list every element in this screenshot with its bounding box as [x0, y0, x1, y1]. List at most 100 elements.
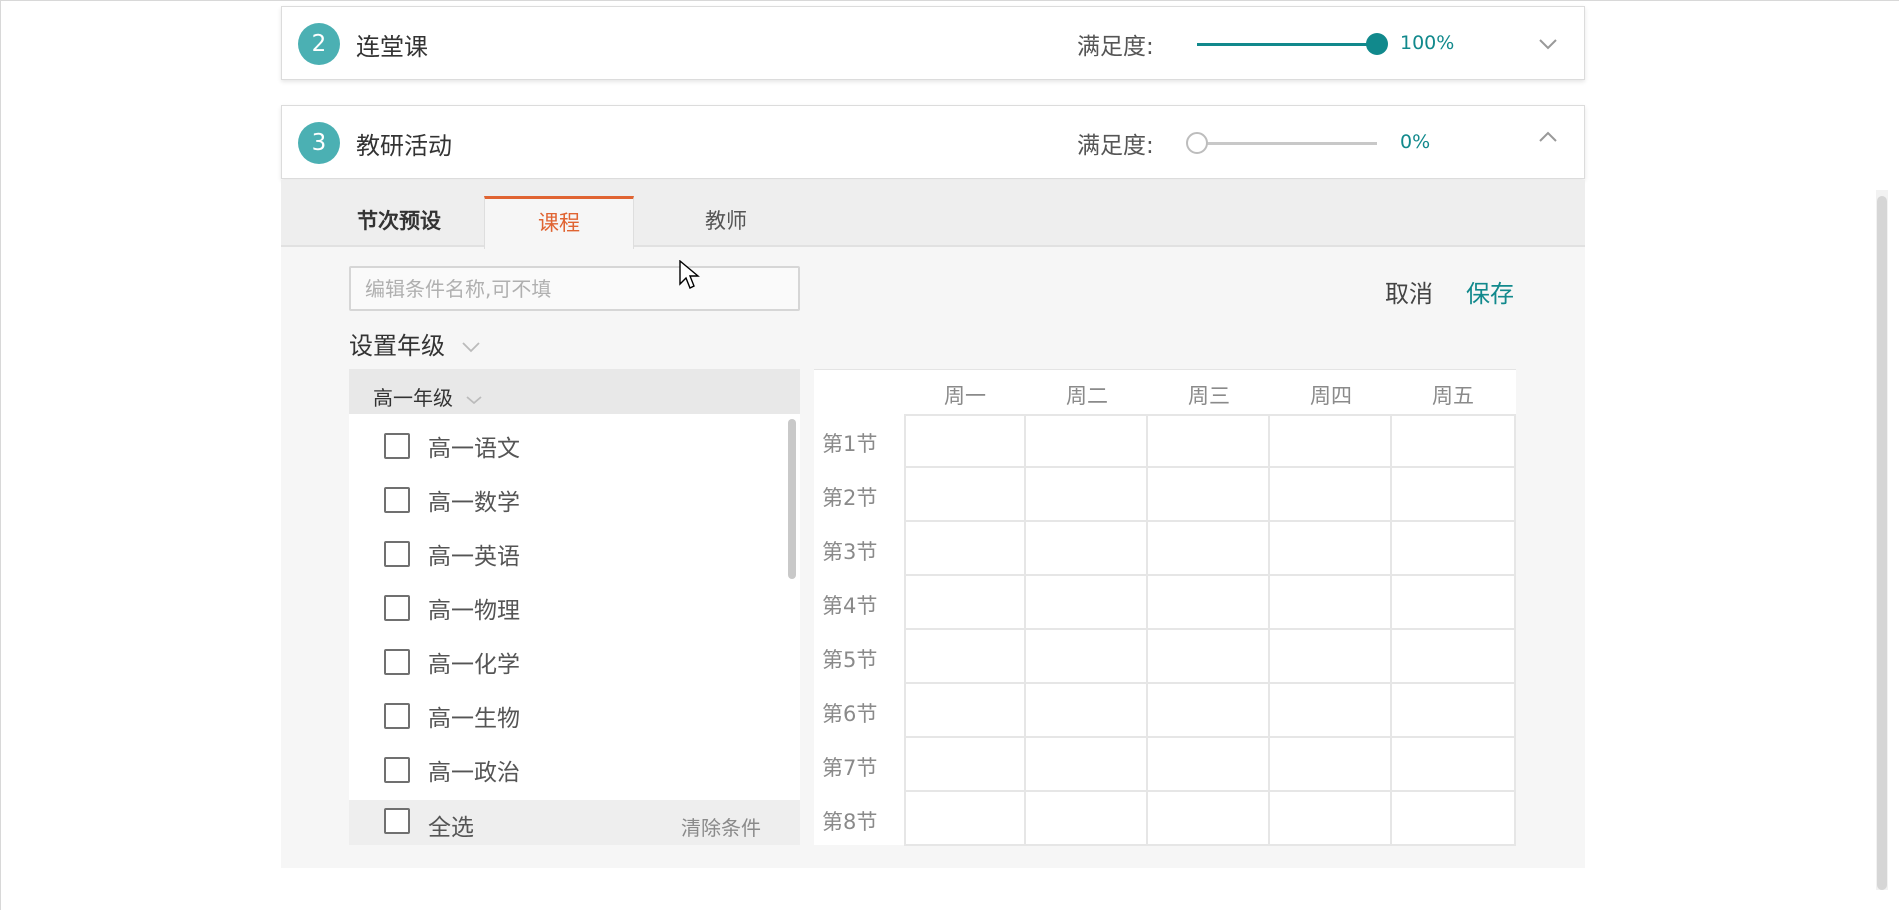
course-item[interactable]: 高一化学: [384, 642, 520, 682]
course-label: 高一物理: [428, 598, 520, 624]
period-header: 第5节: [822, 648, 878, 672]
tab-bar: 节次预设 课程 教师: [281, 180, 1585, 249]
timetable-cell[interactable]: [1392, 576, 1516, 630]
timetable-cell[interactable]: [1270, 684, 1392, 738]
panel-title: 教研活动: [356, 132, 452, 160]
timetable-cell[interactable]: [904, 738, 1026, 792]
tab-course[interactable]: 课程: [484, 196, 634, 249]
panel-teaching-research[interactable]: 3 教研活动 满足度: 0%: [281, 105, 1585, 179]
course-label: 高一政治: [428, 760, 520, 786]
course-label: 高一化学: [428, 652, 520, 678]
period-header: 第6节: [822, 702, 878, 726]
course-item[interactable]: 高一英语: [384, 534, 520, 574]
slider-thumb[interactable]: [1186, 132, 1208, 154]
course-item[interactable]: 高一语文: [384, 426, 520, 466]
course-checkbox[interactable]: [384, 487, 410, 513]
grade-dropdown[interactable]: 设置年级: [349, 326, 481, 361]
select-all-checkbox[interactable]: [384, 808, 410, 834]
timetable-cell[interactable]: [1148, 468, 1270, 522]
timetable-cell[interactable]: [1148, 792, 1270, 846]
timetable-cell[interactable]: [1148, 630, 1270, 684]
grade-dropdown-label: 设置年级: [349, 332, 445, 360]
satisfaction-slider[interactable]: [1197, 33, 1388, 55]
grade-filter[interactable]: 高一年级: [349, 369, 800, 414]
timetable-cell[interactable]: [1026, 684, 1148, 738]
timetable-cell[interactable]: [904, 414, 1026, 468]
slider-thumb[interactable]: [1366, 33, 1388, 55]
timetable-cell[interactable]: [1392, 792, 1516, 846]
timetable-cell[interactable]: [1392, 630, 1516, 684]
tab-teacher[interactable]: 教师: [661, 196, 791, 247]
timetable-cell[interactable]: [1026, 468, 1148, 522]
chevron-down-icon[interactable]: [1537, 33, 1559, 55]
mouse-cursor-icon: [679, 260, 700, 289]
timetable-cell[interactable]: [1392, 414, 1516, 468]
course-checkbox[interactable]: [384, 757, 410, 783]
course-label: 高一英语: [428, 544, 520, 570]
slider-fill: [1197, 43, 1377, 46]
timetable-cell[interactable]: [904, 522, 1026, 576]
day-header: 周二: [1066, 384, 1108, 408]
timetable-cell[interactable]: [1026, 630, 1148, 684]
period-header: 第4节: [822, 594, 878, 618]
timetable-cell[interactable]: [1148, 576, 1270, 630]
timetable-cell[interactable]: [1270, 738, 1392, 792]
panel-number-badge: 2: [298, 23, 340, 65]
timetable-cell[interactable]: [1270, 630, 1392, 684]
timetable-cell[interactable]: [1148, 522, 1270, 576]
course-item[interactable]: 高一政治: [384, 750, 520, 790]
panel-content: 节次预设 课程 教师 取消 保存 设置年级 高一年级 高一语文高一数学高一英语高…: [281, 180, 1585, 868]
timetable-cell[interactable]: [1392, 738, 1516, 792]
period-header: 第2节: [822, 486, 878, 510]
course-checkbox[interactable]: [384, 595, 410, 621]
satisfaction-value: 100%: [1400, 32, 1455, 54]
panel-title: 连堂课: [356, 33, 428, 61]
timetable-cell[interactable]: [1148, 414, 1270, 468]
course-item[interactable]: 高一生物: [384, 696, 520, 736]
chevron-up-icon[interactable]: [1537, 126, 1559, 148]
panel-number-badge: 3: [298, 122, 340, 164]
timetable-cell[interactable]: [1026, 522, 1148, 576]
satisfaction-slider[interactable]: [1186, 132, 1377, 154]
satisfaction-value: 0%: [1400, 131, 1431, 153]
timetable-cell[interactable]: [904, 684, 1026, 738]
page-scrollbar-thumb[interactable]: [1877, 196, 1887, 890]
cancel-button[interactable]: 取消: [1385, 274, 1433, 309]
timetable-cell[interactable]: [1270, 576, 1392, 630]
timetable-cell[interactable]: [1026, 792, 1148, 846]
chevron-down-icon: [466, 395, 482, 404]
course-item[interactable]: 高一物理: [384, 588, 520, 628]
timetable-cell[interactable]: [1270, 414, 1392, 468]
course-checkbox[interactable]: [384, 433, 410, 459]
timetable-cell[interactable]: [904, 630, 1026, 684]
timetable-cell[interactable]: [1148, 684, 1270, 738]
timetable-cell[interactable]: [904, 468, 1026, 522]
timetable-cell[interactable]: [1392, 522, 1516, 576]
condition-name-input[interactable]: [349, 266, 800, 311]
timetable-cell[interactable]: [904, 576, 1026, 630]
course-checkbox[interactable]: [384, 541, 410, 567]
timetable-cell[interactable]: [1026, 738, 1148, 792]
timetable-cell[interactable]: [904, 792, 1026, 846]
tab-period-preset[interactable]: 节次预设: [349, 196, 449, 247]
timetable-cell[interactable]: [1270, 522, 1392, 576]
course-list-scrollbar[interactable]: [788, 419, 796, 579]
timetable-cell[interactable]: [1392, 684, 1516, 738]
course-item[interactable]: 高一数学: [384, 480, 520, 520]
timetable-cell[interactable]: [1026, 576, 1148, 630]
timetable-cell[interactable]: [1392, 468, 1516, 522]
save-button[interactable]: 保存: [1466, 274, 1514, 309]
course-checkbox[interactable]: [384, 649, 410, 675]
course-checkbox[interactable]: [384, 703, 410, 729]
timetable-cell[interactable]: [1148, 738, 1270, 792]
clear-conditions-link[interactable]: 清除条件: [681, 812, 761, 841]
top-border: [0, 0, 1899, 1]
timetable-cell[interactable]: [1270, 792, 1392, 846]
timetable-cell[interactable]: [1270, 468, 1392, 522]
course-list-footer: 全选 清除条件: [349, 800, 800, 845]
timetable-cell[interactable]: [1026, 414, 1148, 468]
course-label: 高一生物: [428, 706, 520, 732]
panel-consecutive-class[interactable]: 2 连堂课 满足度: 100%: [281, 6, 1585, 80]
course-label: 高一语文: [428, 436, 520, 462]
satisfaction-label: 满足度:: [1077, 34, 1154, 60]
